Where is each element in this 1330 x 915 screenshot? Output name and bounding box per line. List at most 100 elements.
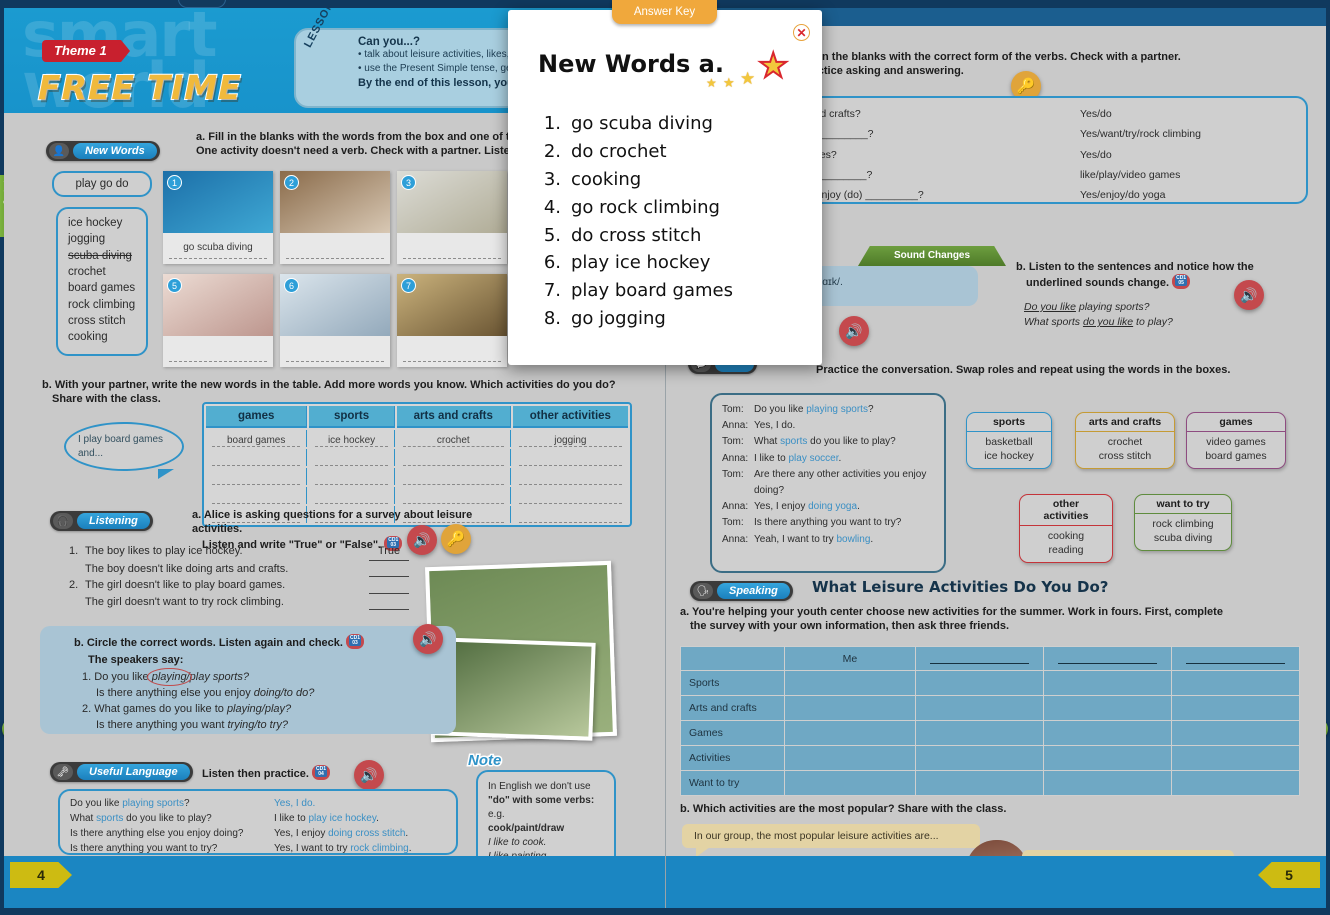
item-answer[interactable] (369, 594, 409, 610)
toolbar-button-partial[interactable] (178, 0, 226, 8)
pronunciation-examples: Do you like playing sports? What sports … (1024, 300, 1173, 330)
survey-cell[interactable] (914, 695, 1044, 721)
conversation-line: Anna: Yes, I enjoy doing yoga. (722, 499, 936, 515)
answer-key-button[interactable]: 🔑 (441, 524, 471, 554)
ul-answer: Yes, I enjoy doing cross stitch. (274, 828, 409, 839)
activity-picture[interactable]: 7 (397, 274, 507, 367)
note-line: "do" with some verbs: (488, 795, 595, 806)
table-cell[interactable] (309, 449, 395, 466)
activity-picture[interactable]: 6 (280, 274, 390, 367)
table-cell[interactable]: crochet (397, 430, 511, 447)
pronunciation-b-instruction: b. Listen to the sentences and notice ho… (1016, 260, 1266, 290)
table-cell[interactable] (397, 449, 511, 466)
survey-cell[interactable] (1042, 720, 1172, 746)
listening-badge[interactable]: 🎧 Listening (50, 511, 153, 531)
useful-language-box: Do you like playing sports? What sports … (58, 789, 458, 855)
table-cell[interactable] (513, 506, 628, 523)
table-row (206, 449, 628, 466)
survey-cell[interactable] (914, 670, 1044, 696)
table-cell[interactable] (513, 449, 628, 466)
item-answer[interactable]: True (369, 543, 409, 561)
table-cell[interactable] (206, 487, 308, 504)
survey-header-me: Me (784, 646, 916, 671)
survey-cell[interactable] (914, 745, 1044, 771)
new-words-badge[interactable]: 👤 New Words (46, 141, 160, 161)
item-answer[interactable] (369, 561, 409, 577)
audio-play-button[interactable]: 🔊 (354, 760, 384, 790)
table-cell[interactable]: jogging (513, 430, 628, 447)
speaking-badge[interactable]: 🗣 Speaking (690, 581, 793, 601)
table-cell[interactable] (513, 487, 628, 504)
conversation-line: Tom: Is there anything you want to try? (722, 515, 936, 531)
survey-cell[interactable] (1042, 670, 1172, 696)
table-cell[interactable] (397, 468, 511, 485)
audio-play-button[interactable]: 🔊 (839, 316, 869, 346)
audio-play-button[interactable]: 🔊 (407, 525, 437, 555)
answer-key-tab[interactable]: Answer Key (612, 0, 717, 24)
survey-cell[interactable] (1170, 770, 1301, 796)
survey-cell[interactable] (784, 720, 916, 746)
answer-list: 1. go scuba diving 2. do crochet 3. cooking… (541, 110, 733, 333)
circle-task-line: Is there anything else you enjoy doing/t… (96, 686, 442, 702)
survey-cell[interactable] (784, 770, 916, 796)
activity-picture[interactable]: 2 (280, 171, 390, 264)
speaker-name: Tom: (722, 468, 744, 480)
survey-header-friend[interactable] (1042, 646, 1172, 671)
activity-picture[interactable]: 1 go scuba diving (163, 171, 273, 264)
activity-picture[interactable]: 3 (397, 171, 507, 264)
table-cell[interactable] (206, 468, 308, 485)
star-icon: ★ (757, 46, 790, 86)
useful-language-badge[interactable]: 🗝 Useful Language (50, 762, 193, 782)
table-cell[interactable] (397, 487, 511, 504)
survey-header-friend[interactable] (914, 646, 1044, 671)
close-icon[interactable]: ✕ (793, 24, 810, 41)
audio-play-button[interactable]: 🔊 (1234, 280, 1264, 310)
survey-cell[interactable] (1042, 695, 1172, 721)
table-cell[interactable] (513, 468, 628, 485)
picture-caption (286, 340, 384, 362)
conversation-line: Anna: I like to play soccer. (722, 451, 936, 467)
note-line: I like to cook. (488, 837, 547, 848)
ul-question: Do you like playing sports? (70, 798, 190, 809)
survey-cell[interactable] (1170, 695, 1301, 721)
table-cell[interactable] (309, 468, 395, 485)
fill-blanks-answer: like/play/video games (1080, 168, 1181, 181)
table-cell[interactable] (206, 449, 308, 466)
survey-cell[interactable] (1170, 745, 1301, 771)
word-bank-item: jogging (68, 233, 106, 246)
survey-cell[interactable] (1042, 770, 1172, 796)
table-cell[interactable] (309, 487, 395, 504)
audio-play-button[interactable]: 🔊 (413, 624, 443, 654)
survey-cell[interactable] (784, 695, 916, 721)
word-bank-box: ice hockey jogging scuba diving crochet … (56, 207, 148, 356)
survey-cell[interactable] (784, 745, 916, 771)
survey-cell[interactable] (914, 720, 1044, 746)
table-header-cell: arts and crafts (396, 406, 511, 428)
line-post[interactable]: trying/to try? (227, 719, 288, 731)
note-tag: Note (466, 751, 502, 771)
line-post[interactable]: doing/to do? (254, 687, 315, 699)
survey-header-friend[interactable] (1170, 646, 1301, 671)
table-cell[interactable]: ice hockey (309, 430, 395, 447)
cd-label: CD1 03 (349, 635, 362, 646)
ul-answer: I like to play ice hockey. (274, 813, 379, 824)
survey-cell[interactable] (914, 770, 1044, 796)
word-bank-item: rock climbing (68, 298, 136, 311)
survey-cell[interactable] (1170, 720, 1301, 746)
word-bank-item: crochet (68, 265, 106, 278)
activity-picture[interactable]: 5 (163, 274, 273, 367)
survey-cell[interactable] (1042, 745, 1172, 771)
picture-number: 3 (401, 175, 416, 190)
category-title: sports (967, 413, 1051, 432)
survey-cell[interactable] (1170, 670, 1301, 696)
survey-row: Want to try (679, 770, 1301, 796)
right-bottom-bar (666, 856, 1326, 908)
item-answer[interactable] (369, 577, 409, 594)
fill-blanks-line2: Practice asking and answering. (800, 65, 964, 78)
survey-cell[interactable] (784, 670, 916, 696)
line-post[interactable]: playing/play? (227, 703, 291, 715)
circled-answer[interactable]: playing (152, 671, 187, 683)
fill-blanks-answer: Yes/want/try/rock climbing (1080, 128, 1201, 141)
table-cell[interactable]: board games (206, 430, 308, 447)
speaking-b-instruction: b. Which activities are the most popular… (680, 803, 1007, 815)
